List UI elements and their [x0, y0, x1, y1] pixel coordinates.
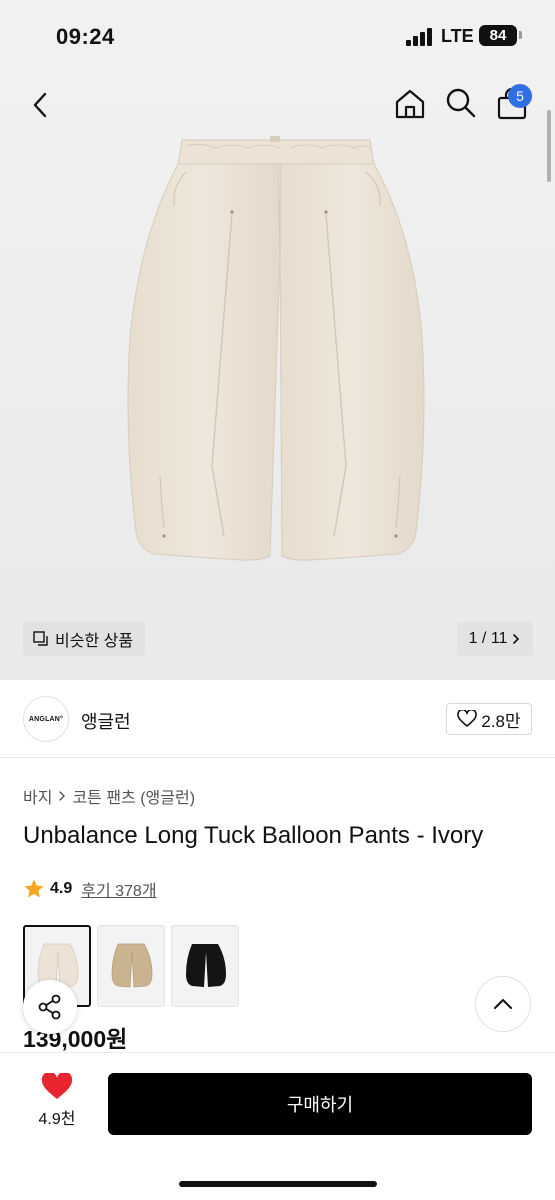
brand-like-button[interactable]: 2.8만 — [446, 703, 532, 735]
battery-icon: 84 — [479, 25, 517, 46]
product-image — [127, 136, 425, 561]
chevron-right-icon — [513, 634, 520, 644]
signal-icon — [406, 28, 434, 46]
chevron-right-icon — [59, 791, 66, 801]
status-time: 09:24 — [56, 24, 115, 49]
brand-logo[interactable]: ANGLAN° — [23, 696, 69, 742]
image-counter-button[interactable]: 1 / 11 — [457, 622, 533, 656]
swatch-beige[interactable] — [97, 925, 165, 1007]
swatch-beige-image — [111, 943, 153, 988]
wish-count: 4.9천 — [38, 1111, 76, 1128]
status-bar: 09:24 LTE 84 — [0, 0, 555, 70]
scrollbar[interactable] — [547, 110, 551, 182]
rating-score: 4.9 — [50, 880, 73, 897]
buy-button[interactable]: 구매하기 — [108, 1073, 532, 1135]
rating-row: 4.9 후기 378개 — [23, 877, 157, 901]
bottom-action-bar: 4.9천 구매하기 — [0, 1052, 555, 1200]
review-count-link[interactable]: 후기 378개 — [81, 877, 156, 901]
share-icon — [38, 994, 61, 1020]
share-button[interactable] — [23, 980, 77, 1034]
product-title: Unbalance Long Tuck Balloon Pants - Ivor… — [23, 822, 484, 849]
search-icon[interactable] — [444, 86, 478, 120]
similar-products-button[interactable]: 비슷한 상품 — [23, 622, 146, 656]
heart-outline-icon — [457, 710, 478, 727]
network-label: LTE — [441, 26, 474, 46]
swatch-black-image — [186, 944, 226, 987]
chevron-up-icon — [494, 999, 512, 1009]
heart-filled-icon — [41, 1073, 73, 1099]
similar-products-label: 비슷한 상품 — [55, 633, 134, 650]
breadcrumb: 바지 코튼 팬츠 (앵글런) — [23, 784, 195, 808]
chevron-left-icon[interactable] — [24, 88, 58, 122]
scroll-to-top-button[interactable] — [475, 976, 531, 1032]
product-gallery[interactable]: 5 비슷한 상품 1 / 11 — [0, 70, 555, 680]
home-indicator — [179, 1181, 377, 1187]
home-icon[interactable] — [392, 86, 428, 122]
swatch-black[interactable] — [171, 925, 239, 1007]
breadcrumb-category[interactable]: 바지 — [23, 784, 52, 808]
copy-icon — [33, 631, 48, 646]
star-icon — [24, 879, 44, 898]
image-counter: 1 / 11 — [468, 630, 508, 647]
cart-count-badge: 5 — [508, 84, 532, 108]
battery-tip — [519, 31, 522, 39]
breadcrumb-subcategory[interactable]: 코튼 팬츠 (앵글런) — [72, 784, 195, 808]
brand-row: ANGLAN° 앵글런 2.8만 — [0, 680, 555, 758]
brand-like-count: 2.8만 — [481, 711, 521, 731]
brand-name[interactable]: 앵글런 — [81, 708, 131, 734]
wish-button[interactable]: 4.9천 — [28, 1073, 86, 1135]
brand-logo-text: ANGLAN° — [28, 715, 64, 723]
